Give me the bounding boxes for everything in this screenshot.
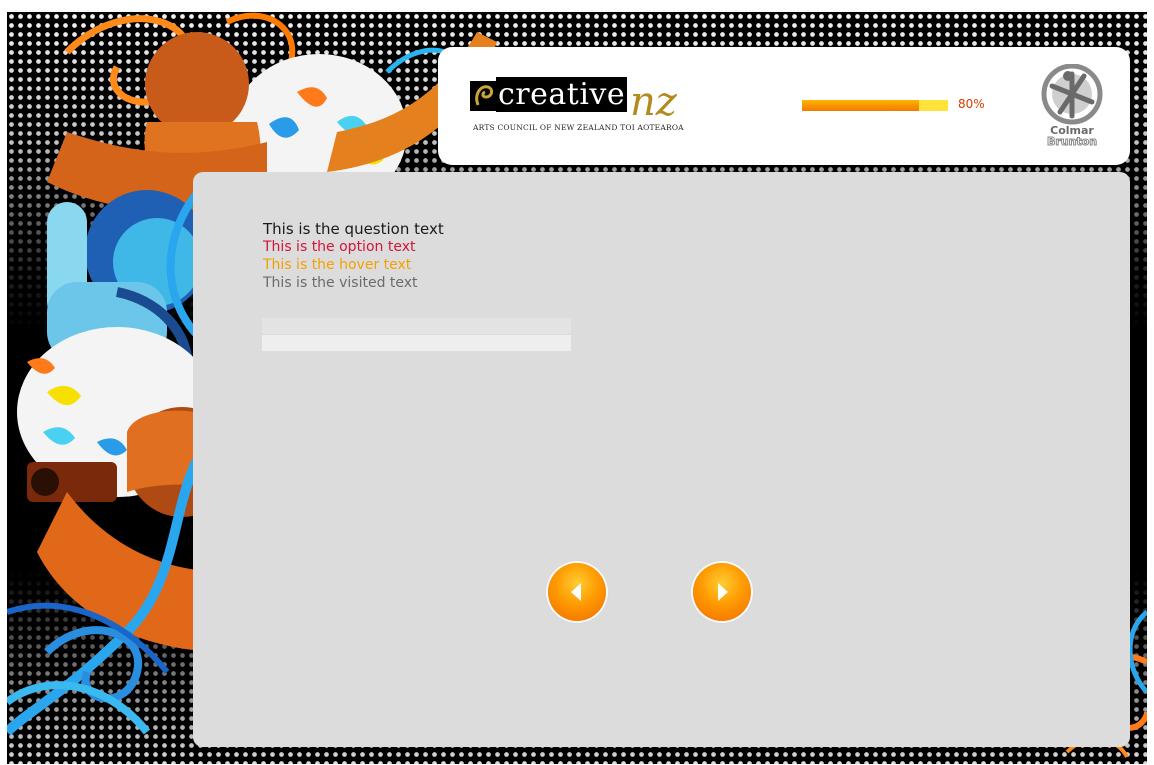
next-button[interactable]	[693, 563, 751, 621]
creative-nz-logo: creative nz Arts Council of New Zealand …	[470, 77, 730, 137]
prev-button[interactable]	[548, 563, 606, 621]
option-text[interactable]: This is the option text	[263, 239, 415, 256]
colmar-brunton-wordmark: Colmar Brunton	[1036, 125, 1108, 148]
logo-wordmark: creative	[496, 77, 628, 112]
arrow-right-icon	[718, 583, 728, 601]
progress-bar-fill	[802, 100, 919, 111]
visited-text[interactable]: This is the visited text	[263, 275, 418, 292]
progress-label: 80%	[958, 97, 985, 111]
hover-text[interactable]: This is the hover text	[263, 257, 411, 274]
brunton-text: Brunton	[1046, 135, 1098, 148]
answer-input-secondary[interactable]	[262, 335, 571, 351]
globe-figure-icon	[1041, 63, 1103, 125]
logo-tagline: Arts Council of New Zealand Toi Aotearoa	[473, 123, 684, 132]
survey-page: creative nz Arts Council of New Zealand …	[0, 0, 1154, 765]
answer-input[interactable]	[262, 318, 571, 334]
arrow-left-icon	[571, 583, 581, 601]
logo-nz-text: nz	[630, 79, 677, 125]
progress-bar	[802, 100, 948, 111]
logo-wordmark-text: creative	[496, 77, 628, 112]
question-text: This is the question text	[263, 220, 444, 238]
